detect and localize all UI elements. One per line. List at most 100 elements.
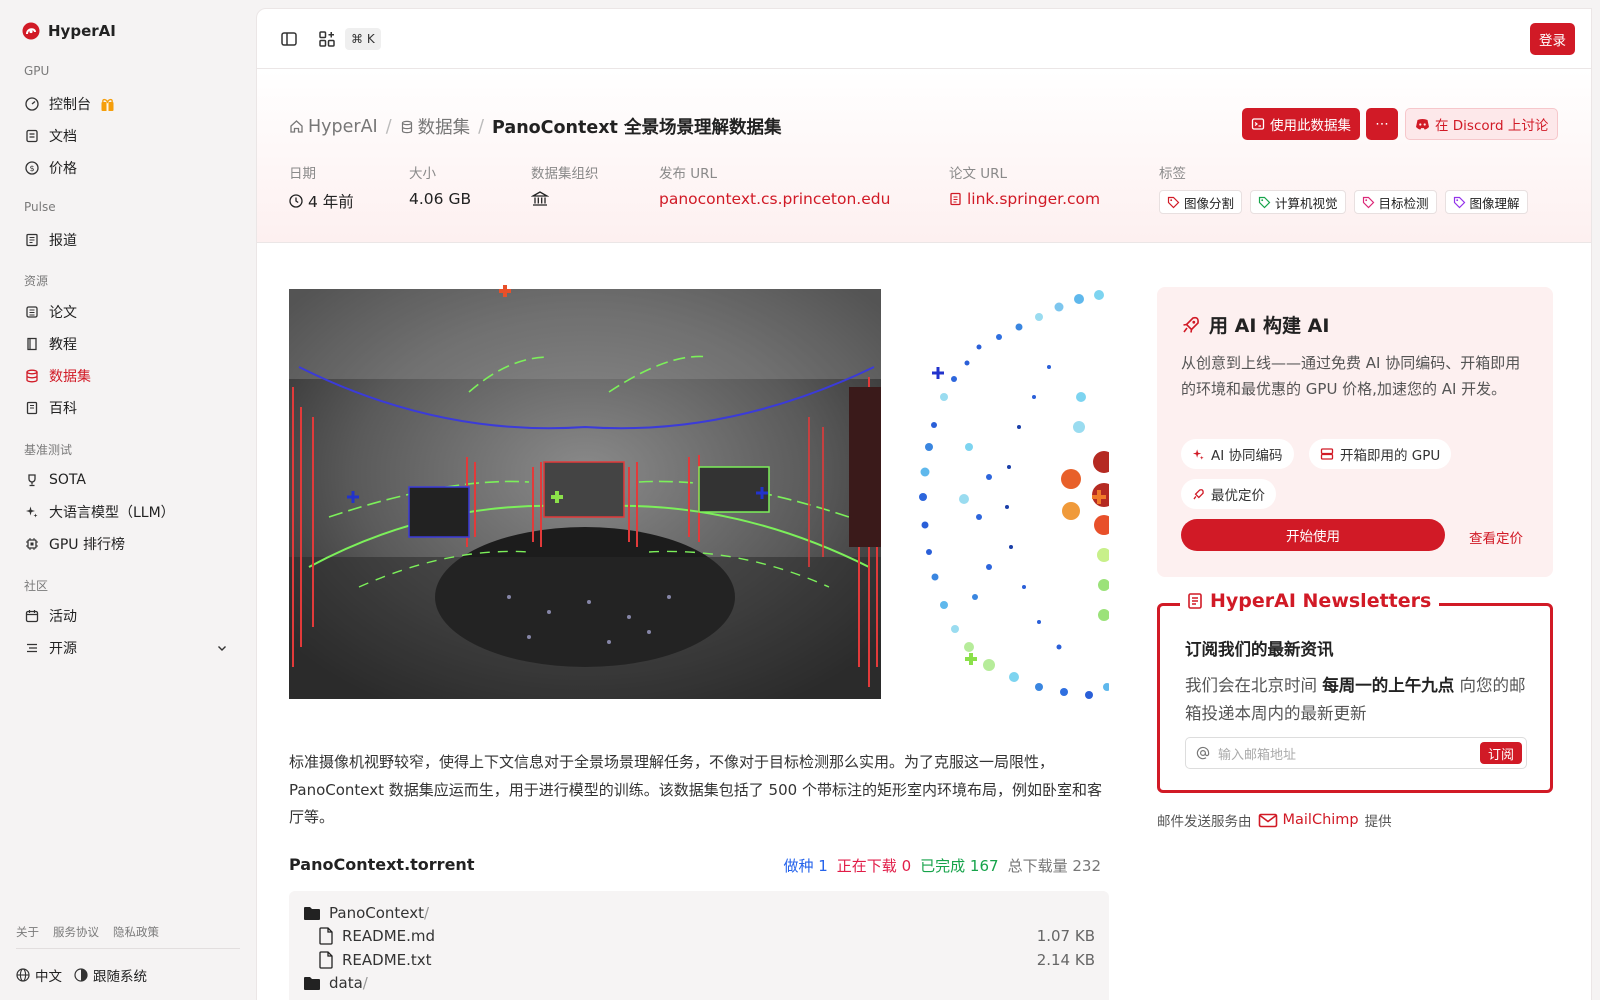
sidebar-item-events[interactable]: 活动 [16,601,240,631]
sidebar-item-papers[interactable]: 论文 [16,297,240,327]
sidebar-item-wiki[interactable]: 百科 [16,393,240,423]
paper-url-link[interactable]: link.springer.com [949,190,1100,208]
sidebar-item-docs[interactable]: 文档 [16,121,240,151]
meta-paper-url: 论文 URL link.springer.com [949,162,1100,208]
sidebar-toggle-icon[interactable] [279,29,299,49]
section-title-pulse: Pulse [24,200,56,214]
newsletter-text-part: 我们会在北京时间 [1185,676,1317,695]
file-size: 2.14 KB [1036,951,1095,969]
section-title-gpu: GPU [24,64,50,78]
sidebar-item-llm[interactable]: 大语言模型（LLM） [16,497,240,527]
paper-icon [24,304,40,320]
discord-button[interactable]: 在 Discord 上讨论 [1405,108,1559,140]
sidebar-item-news[interactable]: 报道 [16,225,240,255]
file-name: PanoContext/ [329,904,429,922]
sphere-visualization [919,290,1109,699]
completed-label: 已完成 [920,857,966,875]
meta-paper-label: 论文 URL [949,166,1008,182]
sidebar-item-label: SOTA [49,472,86,488]
sidebar-item-label: 数据集 [49,369,91,385]
book-icon [24,336,40,352]
sidebar-item-label: 控制台 [49,97,91,113]
meta-org-value[interactable] [531,190,599,207]
tag-object-detection[interactable]: 目标检测 [1353,190,1437,214]
terminal-icon [1251,118,1265,130]
file-row-readme-txt[interactable]: README.txt 2.14 KB [319,949,1095,971]
sidebar-item-label: 教程 [49,337,77,353]
privacy-link[interactable]: 隐私政策 [113,924,159,940]
file-row-folder[interactable]: PanoContext/ [303,902,1095,924]
file-row-folder-data[interactable]: data/ [303,972,1095,994]
apps-icon[interactable] [317,29,337,49]
document-icon [950,192,961,206]
login-button[interactable]: 登录 [1530,23,1575,55]
tag-image-understanding[interactable]: 图像理解 [1444,190,1528,214]
provider-text: 提供 [1364,814,1392,830]
dashboard-icon [24,96,40,112]
sidebar-item-gpu-leaderboard[interactable]: GPU 排行榜 [16,529,240,559]
breadcrumb-home[interactable]: HyperAI [289,117,378,137]
completed-count: 167 [969,857,999,875]
terms-link[interactable]: 服务协议 [53,924,99,940]
publish-url-link[interactable]: panocontext.cs.princeton.edu [659,190,890,208]
top-bar: ⌘ K 登录 [257,9,1591,69]
mailchimp-label: MailChimp [1282,812,1359,828]
sidebar-item-label: GPU 排行榜 [49,537,125,553]
rocket-icon [1193,488,1204,499]
sidebar-item-sota[interactable]: SOTA [16,465,240,495]
file-icon [319,951,333,969]
sidebar-item-label: 论文 [49,305,77,321]
theme-switcher[interactable]: 跟随系统 [74,965,147,985]
use-dataset-label: 使用此数据集 [1270,118,1351,134]
meta-publish-url: 发布 URL panocontext.cs.princeton.edu [659,162,890,208]
torrent-stats: 做种 1 正在下载 0 已完成 167 总下载量 232 [783,855,1101,876]
tag-label: 图像理解 [1469,195,1520,211]
subscribe-button[interactable]: 订阅 [1479,742,1522,764]
newsletter-box: HyperAI Newsletters 订阅我们的最新资讯 我们会在北京时间 每… [1157,590,1553,793]
tag-computer-vision[interactable]: 计算机视觉 [1250,190,1346,214]
chevron-down-icon[interactable] [216,642,228,654]
sidebar-item-open-source[interactable]: 开源 [16,633,240,663]
use-dataset-button[interactable]: 使用此数据集 [1242,108,1360,140]
torrent-title[interactable]: PanoContext.torrent [289,855,474,874]
sidebar-item-datasets[interactable]: 数据集 [16,361,240,391]
sidebar-item-label: 报道 [49,233,77,249]
mailchimp-link[interactable]: MailChimp [1258,812,1359,828]
list-icon [24,640,40,656]
page-title: PanoContext 全景场景理解数据集 [492,118,782,138]
language-switcher[interactable]: 中文 [16,965,62,985]
email-field[interactable]: 输入邮箱地址 订阅 [1185,737,1527,769]
meta-publish-label: 发布 URL [659,166,718,182]
completed-stat: 已完成 167 [920,855,998,876]
sidebar-item-console[interactable]: 控制台 [16,89,240,119]
tag-image-segmentation[interactable]: 图像分割 [1159,190,1243,214]
downloading-stat: 正在下载 0 [837,855,911,876]
date-text: 4 年前 [308,193,354,211]
get-started-button[interactable]: 开始使用 [1181,519,1445,551]
theme-icon [74,968,88,982]
file-row-readme-md[interactable]: README.md 1.07 KB [319,925,1095,947]
breadcrumb-separator: / [478,116,485,137]
folder-icon [304,977,320,990]
command-shortcut[interactable]: ⌘ K [345,28,381,50]
about-link[interactable]: 关于 [16,924,39,940]
brand-logo[interactable]: HyperAI [22,22,116,40]
total-downloads-stat: 总下载量 232 [1008,855,1101,876]
meta-size-value: 4.06 GB [409,190,472,208]
dataset-description: 标准摄像机视野较窄，使得上下文信息对于全景场景理解任务，不像对于目标检测那么实用… [289,753,1102,826]
sidebar: HyperAI GPU 控制台 文档 $ 价格 Pulse 报道 资源 论文 教… [0,0,256,1000]
more-options-button[interactable]: ⋯ [1366,108,1398,140]
sidebar-item-label: 文档 [49,129,77,145]
sidebar-item-pricing[interactable]: $ 价格 [16,153,240,183]
sparkle-icon [24,504,40,520]
sidebar-item-tutorials[interactable]: 教程 [16,329,240,359]
feature-label: AI 协同编码 [1211,448,1283,464]
meta-organization: 数据集组织 [531,162,599,207]
section-title-resources: 资源 [24,274,49,288]
newsletter-time-highlight: 每周一的上午九点 [1322,676,1455,695]
database-icon [24,368,40,384]
breadcrumb-section[interactable]: 数据集 [400,114,470,139]
section-title-community: 社区 [24,579,49,593]
view-pricing-link[interactable]: 查看定价 [1469,527,1523,547]
tag-label: 目标检测 [1378,195,1429,211]
